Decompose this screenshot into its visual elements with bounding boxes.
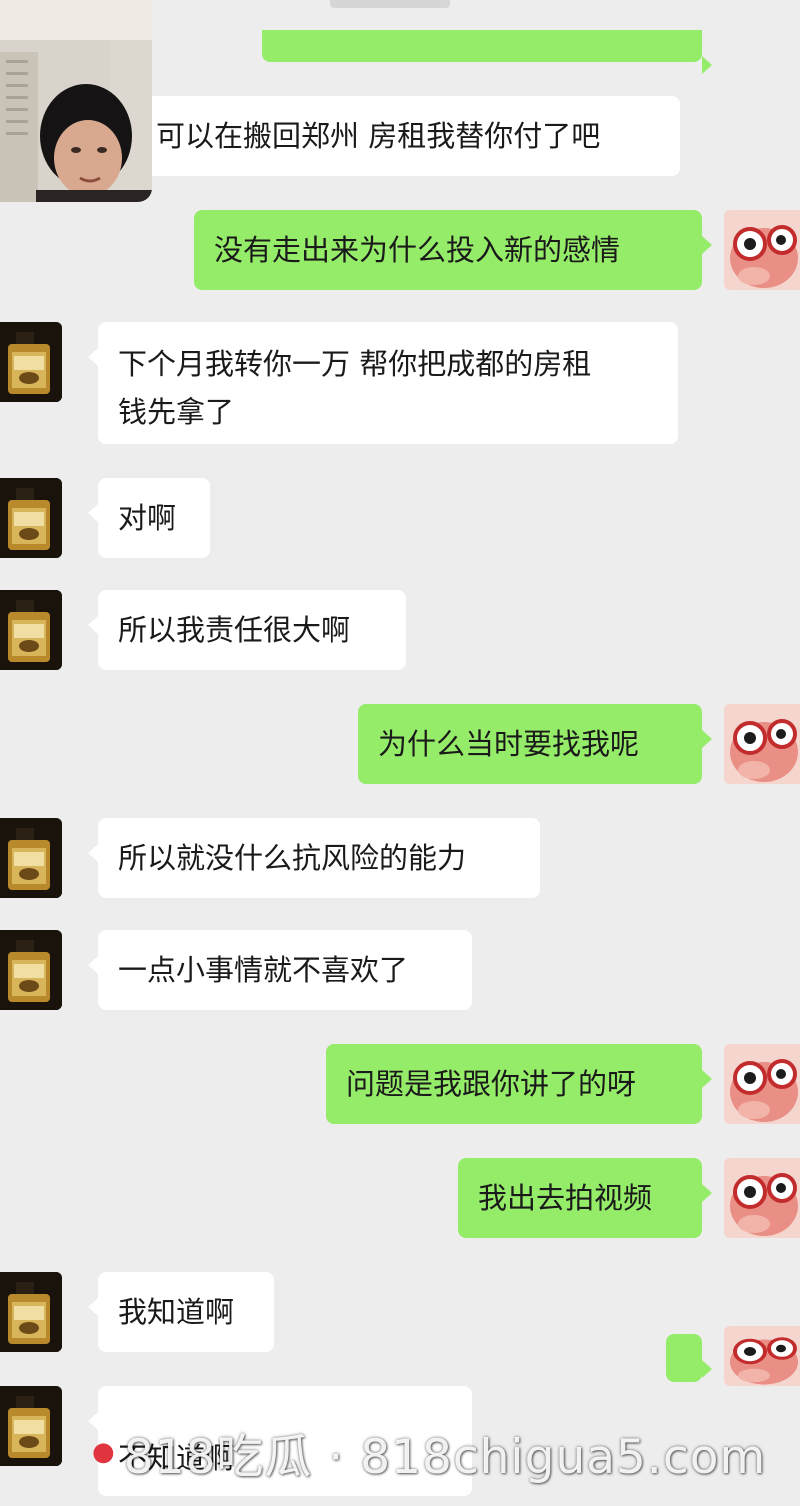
perfume-bottle-icon [0, 818, 62, 898]
user-avatar[interactable] [724, 1158, 800, 1238]
perfume-bottle-icon [0, 322, 62, 402]
message-bubble-incoming[interactable]: 不知道啊 [88, 1386, 472, 1496]
message-bubble-incoming[interactable]: 一点小事情就不喜欢了 [88, 930, 472, 1010]
message-bubble-incoming[interactable]: 所以就没什么抗风险的能力 [88, 818, 540, 898]
user-avatar[interactable] [724, 1044, 800, 1124]
message-bubble-partial[interactable] [262, 30, 712, 74]
contact-avatar[interactable] [0, 1272, 62, 1352]
message-bubble-outgoing[interactable]: 我出去拍视频 [458, 1158, 712, 1238]
pink-cartoon-glasses-icon [724, 704, 800, 784]
message-bubble-incoming[interactable]: 我知道啊 [88, 1272, 274, 1352]
message-bubble-outgoing-small[interactable] [666, 1334, 712, 1382]
perfume-bottle-icon [0, 930, 62, 1010]
user-avatar[interactable] [724, 1326, 800, 1386]
message-bubble-outgoing[interactable]: 为什么当时要找我呢 [358, 704, 712, 784]
message-text: 没有走出来为什么投入新的感情 [214, 233, 621, 267]
message-text: 为什么当时要找我呢 [378, 727, 640, 761]
message-bubble-incoming[interactable]: 下个月我转你一万 帮你把成都的房租 钱先拿了 [88, 322, 678, 444]
perfume-bottle-icon [0, 478, 62, 558]
message-bubble-incoming[interactable]: 所以我责任很大啊 [88, 590, 406, 670]
message-bubble-incoming[interactable]: 可以在搬回郑州 房租我替你付了吧 [88, 96, 680, 176]
pink-cartoon-glasses-icon [724, 1044, 800, 1124]
message-text: 下个月我转你一万 帮你把成都的房租 钱先拿了 [118, 347, 592, 429]
pink-cartoon-glasses-icon [724, 1158, 800, 1238]
user-avatar[interactable] [724, 704, 800, 784]
chat-area: 可以在搬回郑州 房租我替你付了吧 没有走出来为什么投入新的感情 下个月我转你一万… [0, 0, 800, 1506]
message-text: 一点小事情就不喜欢了 [118, 953, 409, 987]
video-call-thumbnail-icon [0, 0, 152, 202]
message-bubble-outgoing[interactable]: 问题是我跟你讲了的呀 [326, 1044, 712, 1124]
contact-avatar[interactable] [0, 930, 62, 1010]
message-text: 我知道啊 [118, 1295, 235, 1329]
contact-avatar[interactable] [0, 322, 62, 402]
contact-avatar[interactable] [0, 590, 62, 670]
video-call-window[interactable] [0, 0, 152, 202]
message-text: 问题是我跟你讲了的呀 [346, 1067, 637, 1101]
message-text: 不知道啊 [118, 1441, 235, 1475]
chat-header-title [330, 0, 450, 8]
contact-avatar[interactable] [0, 1386, 62, 1466]
perfume-bottle-icon [0, 1386, 62, 1466]
message-bubble-incoming[interactable]: 对啊 [88, 478, 210, 558]
pink-cartoon-glasses-icon [724, 1326, 800, 1386]
user-avatar[interactable] [724, 210, 800, 290]
message-text: 所以我责任很大啊 [118, 613, 351, 647]
perfume-bottle-icon [0, 590, 62, 670]
perfume-bottle-icon [0, 1272, 62, 1352]
message-text: 可以在搬回郑州 房租我替你付了吧 [156, 119, 601, 153]
pink-cartoon-glasses-icon [724, 210, 800, 290]
message-bubble-outgoing[interactable]: 没有走出来为什么投入新的感情 [194, 210, 712, 290]
message-text: 对啊 [118, 501, 177, 535]
message-text: 我出去拍视频 [478, 1181, 653, 1215]
contact-avatar[interactable] [0, 478, 62, 558]
contact-avatar[interactable] [0, 818, 62, 898]
message-text: 所以就没什么抗风险的能力 [118, 841, 467, 875]
